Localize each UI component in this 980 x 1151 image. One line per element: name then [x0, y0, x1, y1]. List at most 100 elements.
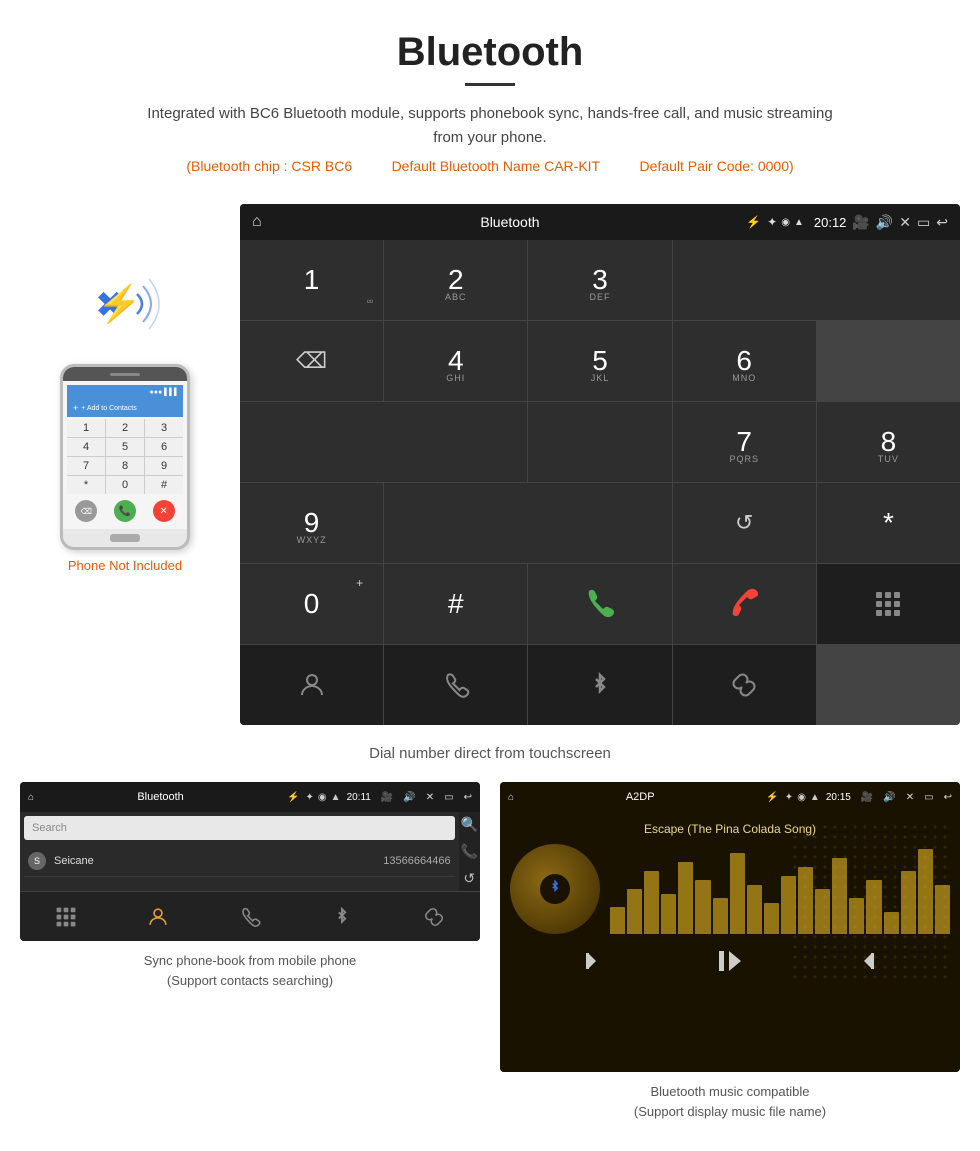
phone-dial-cell-4[interactable]: 4 — [67, 438, 105, 456]
link-icon — [730, 671, 758, 699]
pb-refresh-icon[interactable]: ↺ — [463, 870, 475, 887]
pb-win-icon[interactable]: ▭ — [444, 792, 453, 803]
pb-close-icon[interactable]: ✕ — [426, 792, 434, 803]
phone-dial-cell-1[interactable]: 1 — [67, 419, 105, 437]
window-icon[interactable]: ▭ — [917, 214, 930, 231]
bt-icon-container: ✖ ⚡ — [85, 264, 165, 344]
pb-call-icon[interactable]: 📞 — [461, 843, 478, 860]
dial-backspace[interactable]: ⌫ — [240, 321, 383, 401]
toolbar-bluetooth[interactable] — [528, 645, 671, 725]
toolbar-contacts[interactable] — [240, 645, 383, 725]
dial-key-2[interactable]: 2 ABC — [384, 240, 527, 320]
dial-key-6[interactable]: 6 MNO — [673, 321, 816, 401]
music-win-icon[interactable]: ▭ — [924, 792, 933, 803]
dial-key-0[interactable]: 0 + — [240, 564, 383, 644]
wf-bar — [935, 885, 950, 935]
phone-dial-cell-8[interactable]: 8 — [106, 457, 144, 475]
pb-toolbar-phone[interactable] — [204, 892, 296, 941]
main-content: ✖ ⚡ ●●● ▌▌▌ + + Add to — [0, 204, 980, 725]
pb-vol-icon[interactable]: 🔊 — [403, 792, 415, 803]
phone-dial-cell-6[interactable]: 6 — [145, 438, 183, 456]
dialpad-grid-icon — [874, 590, 902, 618]
phone-dial-cell-star[interactable]: * — [67, 476, 105, 494]
phone-call-btn[interactable]: 📞 — [114, 500, 136, 522]
pb-search-placeholder: Search — [32, 822, 67, 834]
music-vol-icon[interactable]: 🔊 — [883, 792, 895, 803]
music-play-pause-btn[interactable] — [715, 946, 745, 982]
phonebook-body: Search S Seicane 13566664466 🔍 📞 — [20, 812, 480, 891]
toolbar-dialpad[interactable] — [817, 564, 960, 644]
music-back-icon[interactable]: ↩ — [944, 792, 952, 803]
dial-call-green[interactable] — [528, 564, 671, 644]
phone-dial-cell-hash[interactable]: # — [145, 476, 183, 494]
wf-bar — [781, 876, 796, 935]
home-icon[interactable]: ⌂ — [252, 213, 262, 231]
pb-contact-avatar: S — [28, 852, 46, 870]
pb-contact-row[interactable]: S Seicane 13566664466 — [24, 846, 455, 877]
toolbar-phone[interactable] — [384, 645, 527, 725]
pb-toolbar-dialpad[interactable] — [20, 892, 112, 941]
phonebook-card: ⌂ Bluetooth ⚡ ✦ ◉ ▲ 20:11 🎥 🔊 ✕ ▭ ↩ — [20, 782, 480, 1121]
pb-search-bar[interactable]: Search — [24, 816, 455, 840]
phone-dial-cell-9[interactable]: 9 — [145, 457, 183, 475]
bt-chip-info: (Bluetooth chip : CSR BC6 — [186, 158, 352, 174]
music-home-icon[interactable]: ⌂ — [508, 792, 514, 803]
pb-home-icon[interactable]: ⌂ — [28, 792, 34, 803]
toolbar-link[interactable] — [673, 645, 816, 725]
phone-screen: ●●● ▌▌▌ + + Add to Contacts 1 2 3 4 5 6 … — [63, 381, 187, 529]
pb-dialpad-icon — [55, 906, 77, 928]
music-cam-icon[interactable]: 🎥 — [861, 792, 873, 803]
pb-back-icon[interactable]: ↩ — [464, 792, 472, 803]
phone-dial-cell-0[interactable]: 0 — [106, 476, 144, 494]
music-status-icons: ✦ ◉ ▲ — [785, 792, 820, 803]
dial-refresh[interactable]: ↺ — [673, 483, 816, 563]
dial-key-5[interactable]: 5 JKL — [528, 321, 671, 401]
phone-dial-cell-5[interactable]: 5 — [106, 438, 144, 456]
pb-search-icon[interactable]: 🔍 — [461, 816, 478, 833]
dial-key-star[interactable]: * — [817, 483, 960, 563]
dial-key-1[interactable]: 1 ∞ — [240, 240, 383, 320]
camera-icon[interactable]: 🎥 — [852, 214, 869, 231]
dial-key-8[interactable]: 8 TUV — [817, 402, 960, 482]
title-divider — [465, 83, 515, 86]
close-icon[interactable]: ✕ — [899, 214, 911, 231]
music-close-icon[interactable]: ✕ — [906, 792, 914, 803]
music-prev-btn[interactable] — [584, 949, 608, 979]
prev-icon — [584, 949, 608, 973]
music-wifi-icon: ▲ — [810, 792, 820, 803]
dial-key-4[interactable]: 4 GHI — [384, 321, 527, 401]
phone-dial-cell-3[interactable]: 3 — [145, 419, 183, 437]
wifi-icon: ▲ — [794, 217, 804, 228]
dial-key-9[interactable]: 9 WXYZ — [240, 483, 383, 563]
dial-call-red[interactable] — [673, 564, 816, 644]
volume-icon[interactable]: 🔊 — [876, 214, 893, 231]
music-bt-svg — [547, 879, 563, 895]
back-icon[interactable]: ↩ — [936, 214, 948, 231]
pb-cam-icon[interactable]: 🎥 — [381, 792, 393, 803]
bt-waves-svg: ⚡ — [85, 264, 165, 344]
phone-end-btn[interactable]: ✕ — [153, 500, 175, 522]
phonebook-caption: Sync phone-book from mobile phone (Suppo… — [20, 951, 480, 990]
usb-icon: ⚡ — [746, 215, 761, 229]
dial-key-7[interactable]: 7 PQRS — [673, 402, 816, 482]
dial-key-3[interactable]: 3 DEF — [528, 240, 671, 320]
pb-contact-number: 13566664466 — [383, 855, 450, 867]
person-icon — [298, 671, 326, 699]
pb-right-icons: 🔍 📞 ↺ — [459, 812, 480, 891]
wf-bar — [644, 871, 659, 934]
pb-toolbar-contacts-active[interactable] — [112, 892, 204, 941]
phone-dial-cell-7[interactable]: 7 — [67, 457, 105, 475]
music-caption: Bluetooth music compatible (Support disp… — [500, 1082, 960, 1121]
pb-toolbar-link[interactable] — [388, 892, 480, 941]
phonebook-list: Search S Seicane 13566664466 — [20, 812, 459, 891]
call-red-svg — [726, 586, 762, 622]
phone-dial-cell-2[interactable]: 2 — [106, 419, 144, 437]
pb-toolbar-bt[interactable] — [296, 892, 388, 941]
music-title: A2DP — [520, 791, 760, 803]
wf-bar — [661, 894, 676, 935]
phone-delete-btn[interactable]: ⌫ — [75, 500, 97, 522]
phone-home-btn — [110, 534, 140, 542]
wf-bar — [918, 849, 933, 935]
pb-person-active-icon — [147, 906, 169, 928]
dial-key-hash[interactable]: # — [384, 564, 527, 644]
